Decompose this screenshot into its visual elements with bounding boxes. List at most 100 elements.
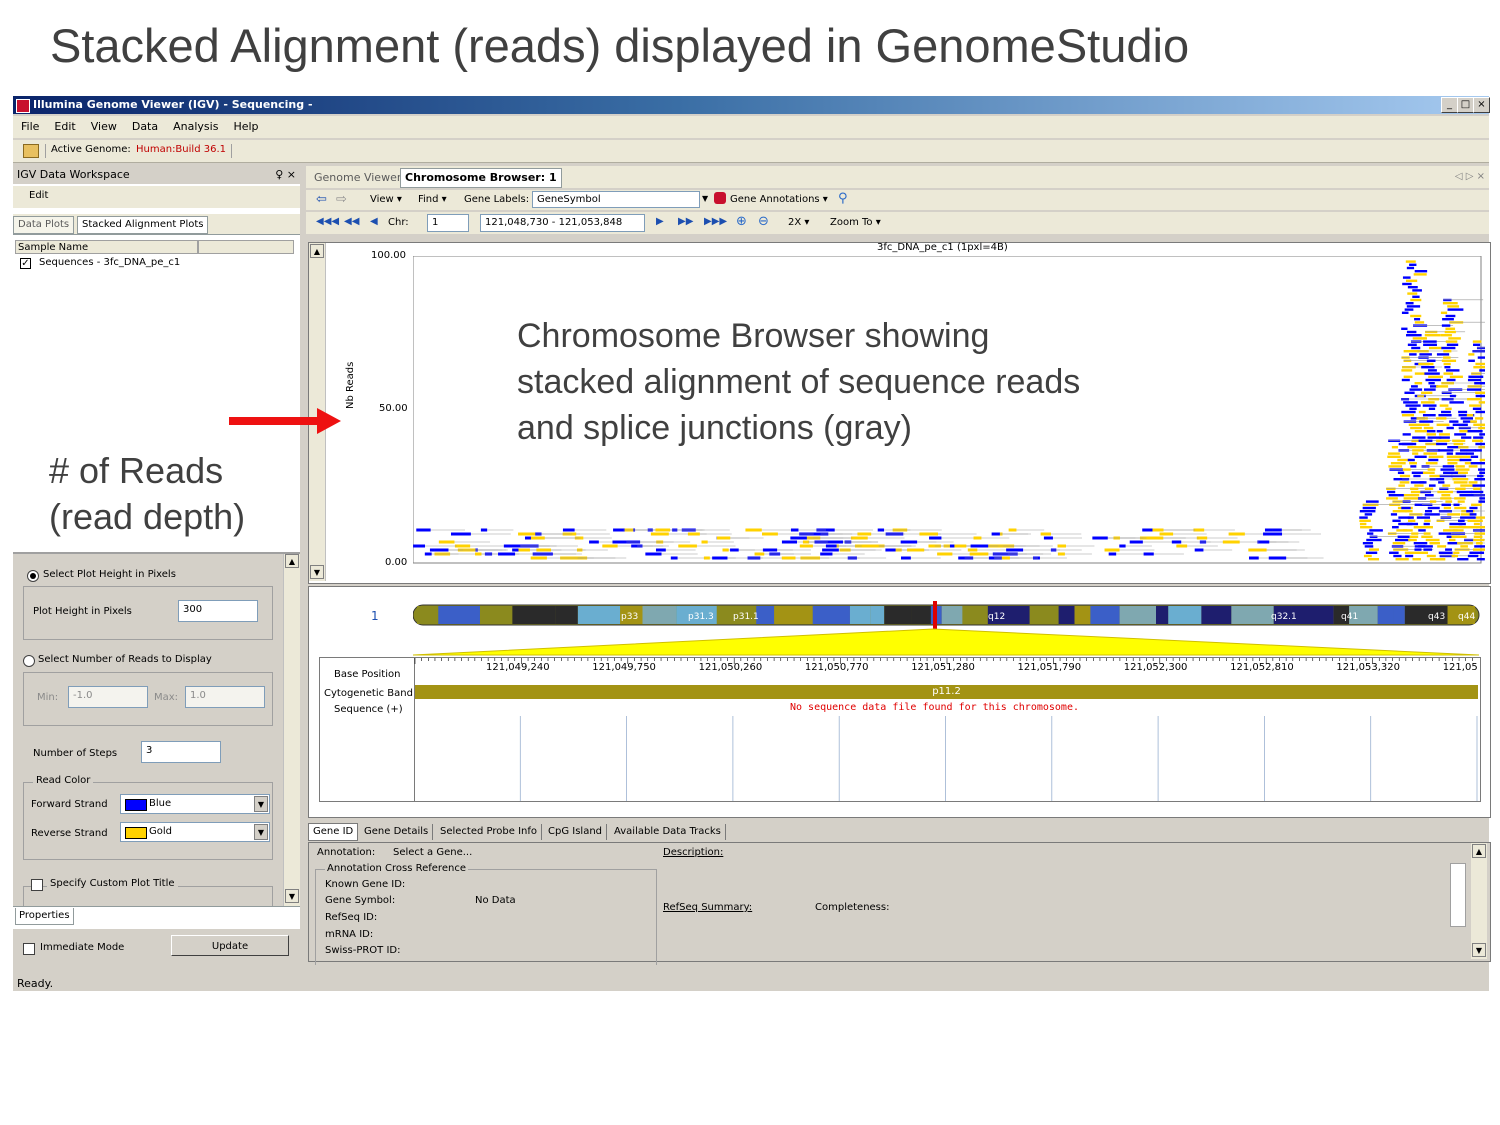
gene-annotations-menu[interactable]: Gene Annotations ▾	[730, 194, 828, 205]
immediate-mode-checkbox[interactable]	[23, 943, 35, 955]
read	[1472, 548, 1485, 551]
close-button[interactable]: ×	[1473, 97, 1490, 113]
forward-icon[interactable]: ⇨	[336, 192, 347, 207]
folder-icon[interactable]	[23, 144, 39, 158]
max-input[interactable]: 1.0	[185, 686, 265, 708]
page-left-icon[interactable]: ◀◀	[344, 216, 359, 227]
steps-input[interactable]: 3	[141, 741, 221, 763]
custom-title-checkbox[interactable]	[31, 879, 43, 891]
tab-gene-details[interactable]: Gene Details	[360, 824, 434, 840]
read	[900, 540, 918, 544]
tab-genome-viewer[interactable]: Genome Viewer	[310, 169, 405, 187]
read	[1428, 458, 1439, 462]
sample-item[interactable]: Sequences - 3fc_DNA_pe_c1	[39, 257, 180, 268]
chevron-down-icon[interactable]: ▼	[702, 194, 708, 203]
genome-value[interactable]: Human:Build 36.1	[136, 144, 226, 155]
min-input[interactable]: -1.0	[68, 686, 148, 708]
read	[1388, 452, 1400, 455]
menu-help[interactable]: Help	[225, 116, 265, 133]
tab-stacked-alignment-plots[interactable]: Stacked Alignment Plots	[77, 216, 209, 234]
tab-data-plots[interactable]: Data Plots	[13, 216, 75, 234]
chevron-down-icon[interactable]: ▼	[254, 824, 268, 840]
minimize-button[interactable]: _	[1441, 97, 1458, 113]
chromosome-band	[1058, 606, 1075, 624]
num-reads-radio[interactable]	[23, 655, 35, 667]
info-scrollbar[interactable]: ▲ ▼	[1471, 843, 1487, 959]
menu-data[interactable]: Data	[124, 116, 165, 133]
back-icon[interactable]: ⇦	[316, 192, 327, 207]
base-position-tick-label: 121,049,750	[592, 662, 656, 673]
properties-scrollbar[interactable]: ▲ ▼	[283, 554, 300, 909]
tab-chromosome-browser[interactable]: Chromosome Browser: 1	[400, 168, 562, 188]
pin-close-icon[interactable]: ♀ ×	[275, 166, 296, 184]
menu-view[interactable]: View	[83, 116, 124, 133]
menu-file[interactable]: File	[13, 116, 46, 133]
workspace-title-text: IGV Data Workspace	[17, 168, 130, 181]
tab-selected-probe-info[interactable]: Selected Probe Info	[436, 824, 542, 840]
read	[703, 556, 710, 560]
gene-labels-select[interactable]: GeneSymbol	[532, 191, 700, 208]
page-right-icon[interactable]: ▶▶	[678, 216, 693, 227]
chromosome-band	[911, 606, 931, 624]
forward-strand-select[interactable]: Blue ▼	[120, 794, 270, 814]
jump-end-icon[interactable]: ▶▶▶	[704, 216, 727, 227]
read	[1447, 305, 1460, 308]
read	[1467, 554, 1479, 558]
tab-scroll-icons[interactable]: ◁ ▷ ×	[1455, 171, 1485, 182]
chr-select[interactable]: 1	[427, 214, 469, 232]
read	[1460, 417, 1473, 420]
position-input[interactable]: 121,048,730 - 121,053,848	[480, 214, 645, 232]
read	[1405, 554, 1414, 558]
read	[1454, 506, 1467, 510]
update-button[interactable]: Update	[171, 935, 289, 956]
reverse-strand-select[interactable]: Gold ▼	[120, 822, 270, 842]
view-menu[interactable]: View ▾	[370, 194, 402, 205]
zoom-out-icon[interactable]: ⊖	[758, 214, 769, 229]
read	[1468, 359, 1475, 362]
tab-cpg-island[interactable]: CpG Island	[544, 824, 608, 840]
menu-edit[interactable]: Edit	[46, 116, 82, 133]
step-right-icon[interactable]: ▶	[656, 216, 664, 227]
step-left-icon[interactable]: ◀	[370, 216, 378, 227]
read	[1429, 474, 1441, 478]
read	[1438, 433, 1450, 436]
plot-height-input[interactable]: 300	[178, 600, 258, 622]
read	[1404, 510, 1413, 513]
read	[1392, 519, 1401, 522]
chevron-down-icon[interactable]: ▼	[254, 796, 268, 812]
read	[1410, 465, 1417, 468]
tab-gene-id[interactable]: Gene ID	[308, 823, 359, 841]
find-menu[interactable]: Find ▾	[418, 194, 447, 205]
band-label: q32.1	[1271, 612, 1297, 622]
tab-properties[interactable]: Properties	[15, 908, 74, 925]
summary-scroll[interactable]	[1450, 863, 1466, 927]
zoom-in-icon[interactable]: ⊕	[736, 214, 747, 229]
zoom-2x-label: 2X	[788, 217, 802, 228]
jump-start-icon[interactable]: ◀◀◀	[316, 216, 339, 227]
read	[1406, 522, 1419, 526]
read	[1467, 388, 1482, 391]
read	[1449, 526, 1465, 529]
maximize-button[interactable]: □	[1457, 97, 1474, 113]
read	[1406, 266, 1415, 270]
chromosome-band	[577, 606, 621, 624]
workspace-edit-menu[interactable]: Edit	[29, 190, 48, 201]
plot-height-radio[interactable]	[27, 570, 39, 582]
sample-checkbox[interactable]: ✓	[20, 258, 31, 269]
read	[1414, 548, 1422, 551]
read	[1388, 494, 1405, 497]
read	[1457, 471, 1468, 474]
binoculars-icon[interactable]: ⚲	[838, 191, 848, 206]
menu-analysis[interactable]: Analysis	[165, 116, 225, 133]
read	[850, 536, 868, 540]
navigation-toolbar: ◀◀◀ ◀◀ ◀ Chr: 1 121,048,730 - 121,053,84…	[306, 212, 1489, 234]
read	[1453, 481, 1468, 484]
sample-name-header[interactable]: Sample Name	[15, 240, 198, 254]
zoom-to-menu[interactable]: Zoom To ▾	[830, 217, 881, 228]
refseq-summary-link[interactable]: RefSeq Summary:	[663, 902, 752, 913]
tab-available-data-tracks[interactable]: Available Data Tracks	[610, 824, 726, 840]
description-link[interactable]: Description:	[663, 847, 723, 858]
browser-annotation-line2: stacked alignment of sequence reads	[517, 363, 1081, 401]
zoom-2x-menu[interactable]: 2X ▾	[788, 217, 809, 228]
read	[1419, 353, 1432, 356]
